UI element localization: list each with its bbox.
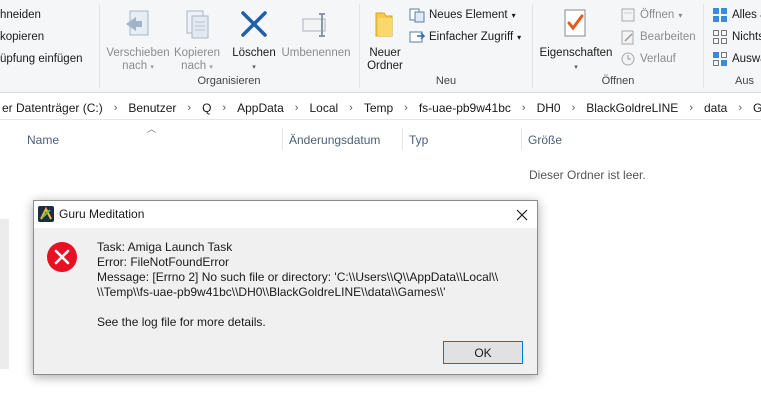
breadcrumb-separator-icon[interactable]: › [105,102,127,114]
column-divider [521,128,522,150]
breadcrumb-item[interactable]: Temp [362,101,395,115]
breadcrumb-separator-icon[interactable]: › [340,102,362,114]
history-icon [620,51,636,67]
message-line: \\Temp\\fs-uae-pb9w41bc\\DH0\\BlackGoldr… [97,285,446,299]
breadcrumb-item[interactable]: Local [307,101,340,115]
column-header-name[interactable]: Name [27,133,59,147]
message-line: Task: Amiga Launch Task [97,240,233,254]
breadcrumb-separator-icon[interactable]: › [213,102,235,114]
cut-button[interactable]: hneiden [0,9,41,21]
navigation-pane-edge [0,219,9,369]
copy-to-icon [172,6,222,42]
move-to-icon [104,6,172,42]
breadcrumb-separator-icon[interactable]: › [563,102,585,114]
breadcrumb-item[interactable]: data [702,101,729,115]
breadcrumb-separator-icon[interactable]: › [680,102,702,114]
breadcrumb-separator-icon[interactable]: › [513,102,535,114]
column-header-type[interactable]: Typ [409,133,428,147]
message-line: Error: FileNotFoundError [97,255,230,269]
rename-icon [279,6,353,42]
breadcrumb-item[interactable]: er Datenträger (C:) [0,101,105,115]
message-line: Message: [Errno 2] No such file or direc… [97,270,499,284]
edit-button[interactable]: Bearbeiten [620,29,696,45]
breadcrumb-separator-icon[interactable]: › [178,102,200,114]
breadcrumb[interactable]: er Datenträger (C:) › Benutzer › Q › AppData › L… [0,96,761,120]
select-all-icon [712,7,728,23]
breadcrumb-item[interactable]: Q [200,101,213,115]
invert-selection-button[interactable]: Auswa [712,51,761,67]
breadcrumb-item[interactable]: BlackGoldreLINE [584,101,680,115]
error-message: Task: Amiga Launch Task Error: FileNotFo… [97,240,498,330]
column-header-modified[interactable]: Änderungsdatum [289,133,380,147]
close-button[interactable] [507,201,537,228]
invert-selection-icon [712,51,728,67]
open-button[interactable]: Öffnen ▾ [620,7,682,23]
group-separator [703,4,704,88]
fs-uae-app-icon [38,206,54,222]
column-divider [282,128,283,150]
select-group-label: Aus [735,75,754,87]
select-all-button[interactable]: Alles a [712,7,761,23]
paste-shortcut-button[interactable]: üpfung einfügen [0,53,83,65]
breadcrumb-item[interactable]: Games [751,101,761,115]
column-header-size[interactable]: Größe [528,133,562,147]
message-line [97,300,498,315]
properties-icon [537,6,615,42]
folder-icon [363,6,407,42]
error-dialog: Guru Meditation Task: Amiga Launch Task … [33,200,538,375]
easy-access-icon [409,29,425,45]
sort-ascending-icon: ︿ [147,124,157,134]
breadcrumb-item[interactable]: AppData [235,101,286,115]
dialog-title: Guru Meditation [59,207,145,221]
new-group-label: Neu [435,75,457,87]
message-line: See the log file for more details. [97,315,266,329]
ribbon: hneiden kopieren üpfung einfügen Verschi… [0,0,761,93]
breadcrumb-separator-icon[interactable]: › [395,102,417,114]
open-icon [620,7,636,23]
copy-to-button[interactable]: Kopieren nach ▾ [172,6,222,74]
dialog-titlebar[interactable]: Guru Meditation [34,201,537,228]
easy-access-button[interactable]: Einfacher Zugriff ▾ [409,29,521,45]
column-divider [402,128,403,150]
rename-button[interactable]: Umbenennen [279,6,353,60]
new-item-icon [409,7,425,23]
select-none-button[interactable]: Nichts [712,29,761,45]
empty-folder-message: Dieser Ordner ist leer. [529,168,646,182]
breadcrumb-separator-icon[interactable]: › [729,102,751,114]
breadcrumb-item[interactable]: DH0 [535,101,563,115]
error-icon [46,241,78,273]
select-none-icon [712,29,728,45]
breadcrumb-separator-icon[interactable]: › [286,102,308,114]
close-icon [516,209,528,220]
move-to-button[interactable]: Verschieben nach ▾ [104,6,172,74]
open-group-label: Öffnen [601,75,635,87]
delete-button[interactable]: Löschen ▾ [230,6,278,74]
properties-button[interactable]: Eigenschaften ▾ [537,6,615,74]
organize-group-label: Organisieren [197,75,261,87]
new-item-button[interactable]: Neues Element ▾ [409,7,516,23]
history-button[interactable]: Verlauf [620,51,676,67]
copy-path-button[interactable]: kopieren [0,31,44,43]
new-folder-button[interactable]: Neuer Ordner [363,6,407,73]
edit-icon [620,29,636,45]
breadcrumb-item[interactable]: Benutzer [126,101,178,115]
delete-x-icon [230,6,278,42]
breadcrumb-item[interactable]: fs-uae-pb9w41bc [417,101,513,115]
ok-button[interactable]: OK [443,341,523,364]
